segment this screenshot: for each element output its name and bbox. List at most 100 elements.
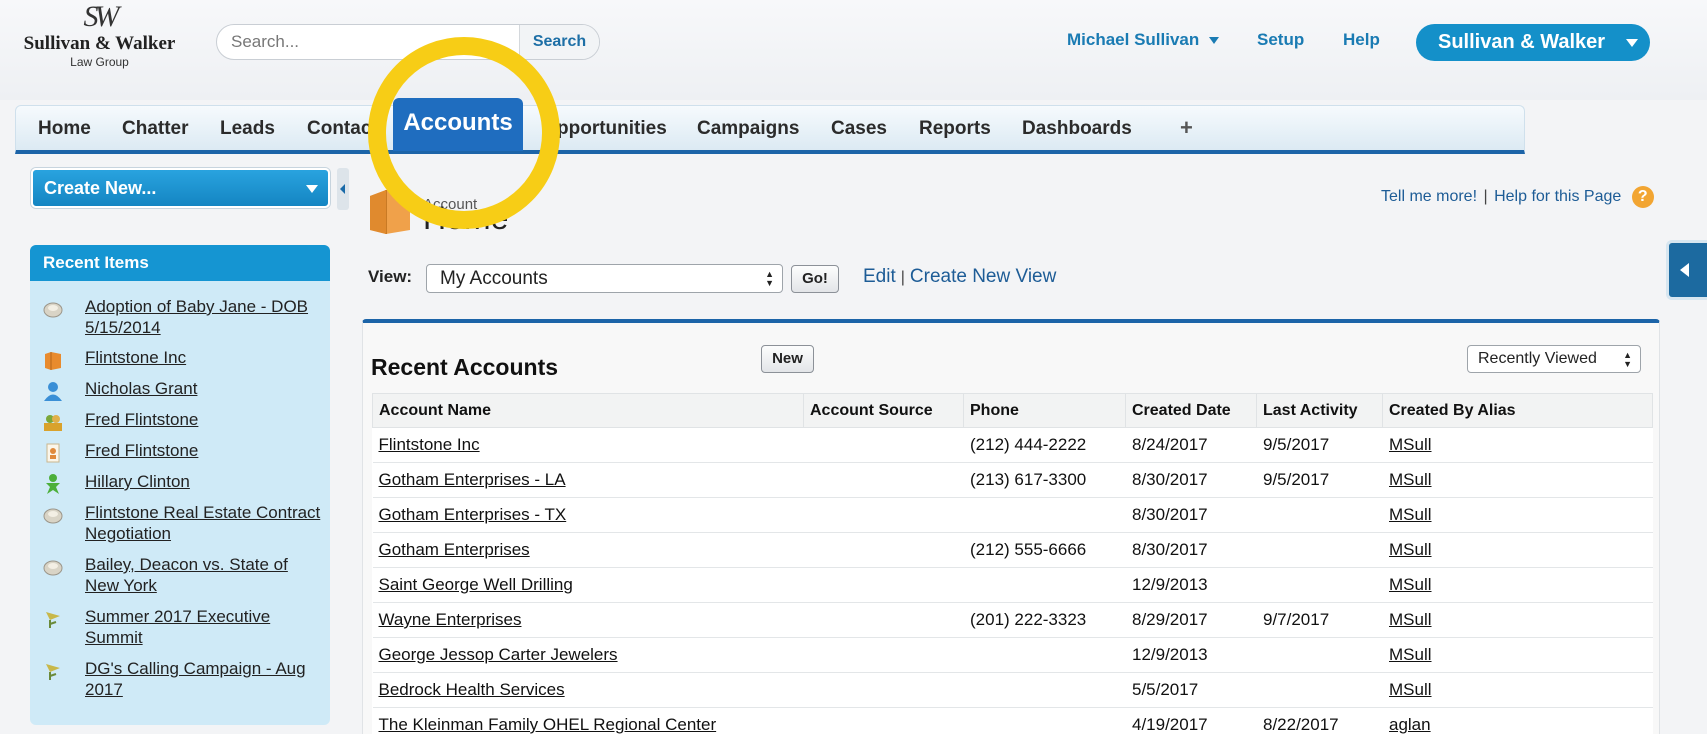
column-header[interactable]: Account Name <box>372 393 804 428</box>
recent-item-label: Bailey, Deacon vs. State of New York <box>85 555 288 595</box>
last-activity-cell: 9/5/2017 <box>1256 462 1383 498</box>
created-by-alias-cell[interactable]: MSull <box>1382 462 1653 498</box>
help-for-page-link[interactable]: Help for this Page <box>1494 188 1621 205</box>
column-header[interactable]: Phone <box>963 393 1126 428</box>
column-header[interactable]: Last Activity <box>1256 393 1383 428</box>
create-new-view-link[interactable]: Create New View <box>910 266 1056 287</box>
phone-cell <box>963 497 1126 533</box>
phone-cell: (201) 222-3323 <box>963 602 1126 638</box>
account-name-cell[interactable]: Flintstone Inc <box>372 427 804 463</box>
recent-item-label: Flintstone Inc <box>85 348 187 367</box>
user-menu[interactable]: Michael Sullivan <box>1067 30 1220 50</box>
org-switcher-button[interactable]: Sullivan & Walker <box>1416 24 1650 61</box>
created-by-alias-cell[interactable]: MSull <box>1382 567 1653 603</box>
column-header[interactable]: Account Source <box>803 393 964 428</box>
help-link[interactable]: Help <box>1343 30 1380 50</box>
view-select[interactable]: My Accounts ▲ ▼ <box>426 264 783 293</box>
created-by-alias-cell[interactable]: MSull <box>1382 602 1653 638</box>
contact-person-icon <box>44 382 62 401</box>
tab-opportunities[interactable]: pportunities <box>557 118 667 140</box>
account-name-cell[interactable]: George Jessop Carter Jewelers <box>372 637 804 673</box>
tab-cases[interactable]: Cases <box>831 118 887 140</box>
setup-link[interactable]: Setup <box>1257 30 1304 50</box>
edit-view-link[interactable]: Edit <box>863 266 896 287</box>
table-header-row: Account Name Account Source Phone Create… <box>372 393 1653 428</box>
account-source-cell <box>803 497 964 533</box>
view-label: View: <box>368 267 413 286</box>
side-panel-toggle[interactable] <box>1666 240 1707 300</box>
column-header[interactable]: Created Date <box>1125 393 1257 428</box>
account-source-cell <box>803 427 964 463</box>
add-tab-icon[interactable]: + <box>1180 115 1193 141</box>
go-button[interactable]: Go! <box>791 265 839 293</box>
tab-reports[interactable]: Reports <box>919 118 991 140</box>
created-date-cell: 8/30/2017 <box>1125 462 1257 498</box>
created-by-alias-cell[interactable]: MSull <box>1382 672 1653 708</box>
account-name-cell[interactable]: Gotham Enterprises - TX <box>372 497 804 533</box>
new-account-button[interactable]: New <box>761 345 814 373</box>
created-date-cell: 8/30/2017 <box>1125 532 1257 568</box>
recent-items-panel: Recent Items Adoption of Baby Jane - DOB… <box>30 245 330 725</box>
company-logo[interactable]: SW Sullivan & Walker Law Group <box>12 0 187 84</box>
logo-name: Sullivan & Walker <box>23 33 176 54</box>
case-icon <box>43 302 63 318</box>
help-links-separator: | <box>1483 188 1488 206</box>
sidebar-collapse-handle[interactable] <box>337 168 349 210</box>
chevron-down-icon <box>1209 37 1220 45</box>
created-date-cell: 12/9/2013 <box>1125 567 1257 603</box>
table-row: Bedrock Health Services 5/5/2017 MSull <box>372 672 1653 708</box>
select-arrows-icon: ▲ ▼ <box>765 269 774 288</box>
recent-item-label: Hillary Clinton <box>85 472 190 491</box>
created-by-alias-cell[interactable]: MSull <box>1382 427 1653 463</box>
tab-contacts[interactable]: Contac <box>307 118 371 140</box>
last-activity-cell: 8/22/2017 <box>1256 707 1383 734</box>
recent-item-label: DG's Calling Campaign - Aug 2017 <box>85 659 306 699</box>
created-by-alias-cell[interactable]: MSull <box>1382 497 1653 533</box>
account-source-cell <box>803 462 964 498</box>
recently-viewed-select[interactable]: Recently Viewed ▲ ▼ <box>1467 345 1641 373</box>
account-name-cell[interactable]: The Kleinman Family OHEL Regional Center <box>372 707 804 734</box>
phone-cell <box>963 567 1126 603</box>
create-new-button[interactable]: Create New... <box>31 168 330 208</box>
account-source-cell <box>803 707 964 734</box>
column-header[interactable]: Created By Alias <box>1382 393 1653 428</box>
tab-home[interactable]: Home <box>38 118 91 140</box>
page-help-links: Tell me more! | Help for this Page ? <box>1381 186 1654 208</box>
created-by-alias-cell[interactable]: MSull <box>1382 637 1653 673</box>
page-title: Home <box>423 200 509 236</box>
account-name-cell[interactable]: Gotham Enterprises <box>372 532 804 568</box>
view-select-value: My Accounts <box>440 268 548 289</box>
created-by-alias-cell[interactable]: MSull <box>1382 532 1653 568</box>
tell-me-more-link[interactable]: Tell me more! <box>1381 188 1477 205</box>
recent-item-label: Summer 2017 Executive Summit <box>85 607 271 647</box>
create-new-label: Create New... <box>44 178 157 198</box>
tab-chatter[interactable]: Chatter <box>122 118 189 140</box>
tab-accounts[interactable]: Accounts <box>393 98 523 151</box>
contact-card-icon <box>46 443 60 463</box>
created-date-cell: 8/30/2017 <box>1125 497 1257 533</box>
account-name-cell[interactable]: Wayne Enterprises <box>372 602 804 638</box>
account-source-cell <box>803 637 964 673</box>
account-name-cell[interactable]: Bedrock Health Services <box>372 672 804 708</box>
account-name-cell[interactable]: Saint George Well Drilling <box>372 567 804 603</box>
recent-items-title: Recent Items <box>30 245 330 281</box>
table-row: Gotham Enterprises - TX 8/30/2017 MSull <box>372 497 1653 533</box>
search-button[interactable]: Search <box>519 25 599 59</box>
last-activity-cell <box>1256 637 1383 673</box>
last-activity-cell <box>1256 532 1383 568</box>
tab-campaigns[interactable]: Campaigns <box>697 118 799 140</box>
help-icon[interactable]: ? <box>1631 186 1654 208</box>
phone-cell <box>963 672 1126 708</box>
person-icon <box>46 474 60 494</box>
created-by-alias-cell[interactable]: aglan <box>1382 707 1653 734</box>
account-source-cell <box>803 567 964 603</box>
last-activity-cell <box>1256 497 1383 533</box>
recently-viewed-value: Recently Viewed <box>1478 350 1597 367</box>
account-name-cell[interactable]: Gotham Enterprises - LA <box>372 462 804 498</box>
tab-leads[interactable]: Leads <box>220 118 275 140</box>
campaign-icon <box>46 612 60 628</box>
tab-dashboards[interactable]: Dashboards <box>1022 118 1132 140</box>
search-input[interactable] <box>217 25 519 59</box>
recent-accounts-table: Account Name Account Source Phone Create… <box>372 393 1653 734</box>
logo-subtitle: Law Group <box>70 55 129 69</box>
